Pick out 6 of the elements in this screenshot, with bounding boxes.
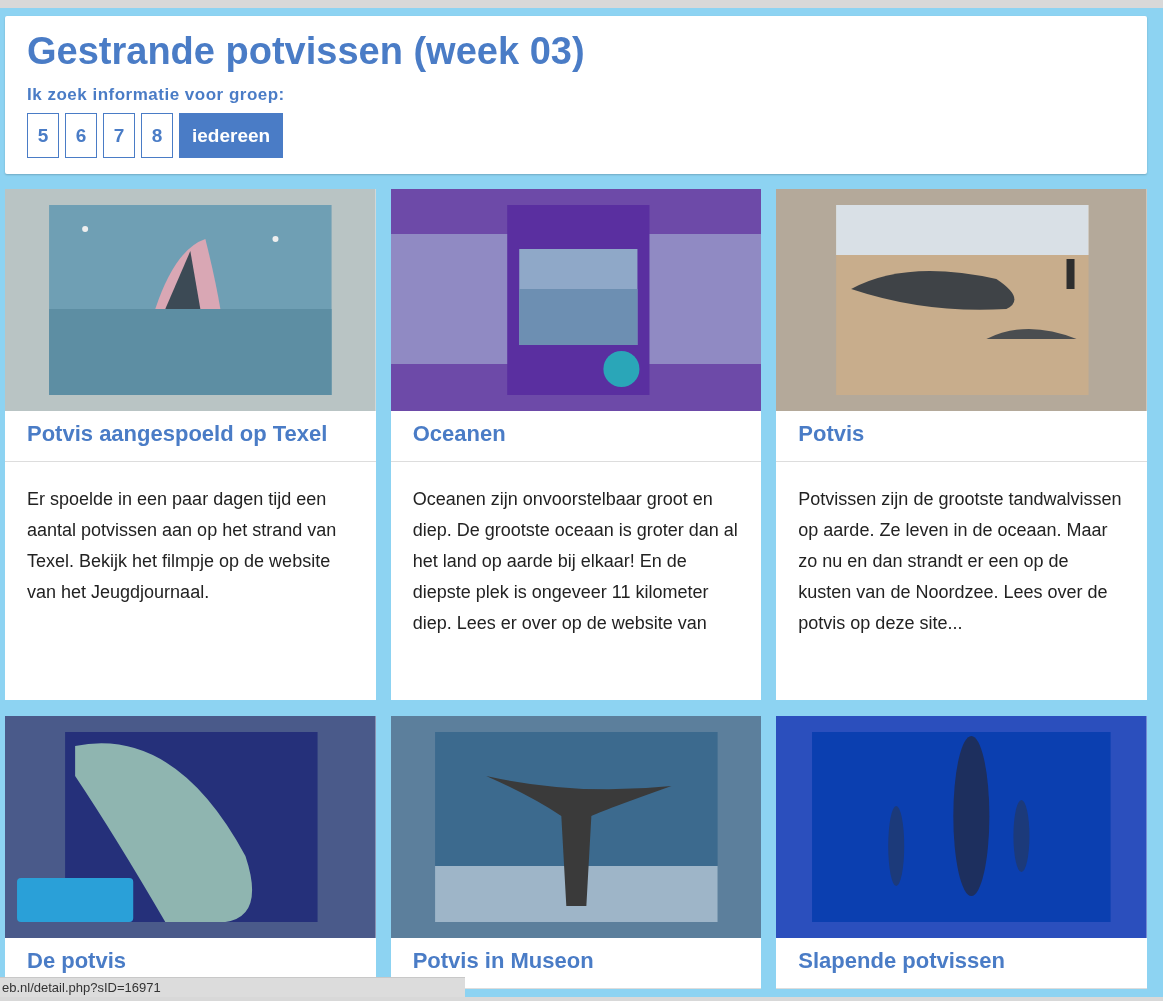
- card-description: Potvissen zijn de grootste tandwalvissen op aarde. Ze leven in de oceaan. Maar zo nu en dan strandt er een op de kusten van de Noordzee. Lees over de potvis op deze site...: [797, 488, 1123, 635]
- card-description: Er spoelde in een paar dagen tijd een aantal potvissen aan op het strand van Texel. Bekijk het filmpje op de website van het Jeugdjournaal.: [26, 488, 338, 604]
- card-description: Oceanen zijn onvoorstelbaar groot en diep. De grootste oceaan is groter dan al het land op aarde bij elkaar! En de diepste plek is ongeveer 11 kilometer diep. Lees er over op de website van: [411, 488, 739, 635]
- page-title: Gestrande potvissen (week 03): [27, 30, 586, 73]
- link-status-tooltip: eb.nl/detail.php?sID=16971: [0, 977, 465, 997]
- group-prompt: Ik zoek informatie voor groep:: [27, 85, 286, 105]
